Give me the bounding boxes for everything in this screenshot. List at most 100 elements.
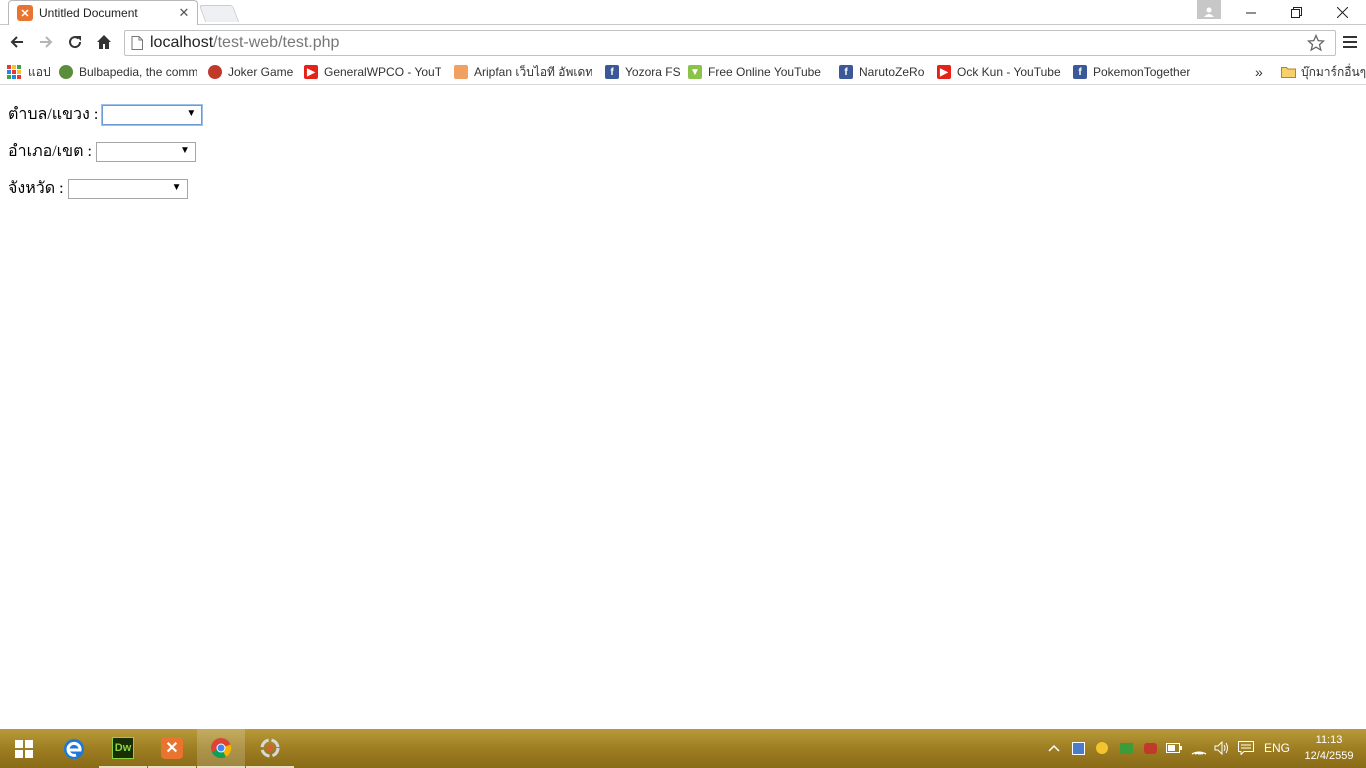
subdistrict-select[interactable]: ▼ [102, 104, 203, 125]
close-icon [1336, 7, 1348, 18]
windows-start-icon [15, 739, 33, 758]
bookmark-free-online-youtube[interactable]: ▼ Free Online YouTube [688, 63, 826, 81]
subdistrict-label: ตำบล/แขวง : [8, 106, 99, 123]
battery-button[interactable] [1165, 739, 1183, 757]
chrome-menu-button[interactable] [1340, 32, 1360, 52]
taskbar: Dw ✕ ENG 11:13 12/4/2559 [0, 729, 1366, 768]
volume-button[interactable] [1213, 739, 1231, 757]
tray-app-1[interactable] [1069, 739, 1087, 757]
bookmarks-bar: แอป Bulbapedia, the comm Joker Game ▶ Ge… [0, 59, 1366, 85]
dreamweaver-icon: Dw [112, 736, 134, 759]
reload-icon [69, 36, 82, 49]
tray-app-4[interactable] [1141, 739, 1159, 757]
user-icon [1204, 7, 1214, 17]
chrome-icon [211, 737, 232, 758]
subdistrict-row: ตำบล/แขวง : ▼ [8, 102, 203, 127]
bookmark-yozora-fs[interactable]: f Yozora FS [605, 63, 681, 81]
home-icon [97, 35, 111, 49]
star-icon [1306, 33, 1326, 52]
page-icon [131, 36, 143, 50]
facebook-icon: f [1073, 65, 1087, 79]
clock-time: 11:13 [1315, 734, 1343, 746]
notification-icon [1238, 741, 1254, 755]
download-icon: ▼ [688, 65, 702, 79]
youtube-icon: ▶ [304, 65, 318, 79]
bookmark-pokemontogether[interactable]: f PokemonTogether [1073, 63, 1190, 81]
district-row: อำเภอ/เขต : ▼ [8, 139, 196, 164]
input-language[interactable]: ENG [1264, 741, 1290, 755]
clock[interactable]: 11:13 12/4/2559 [1296, 732, 1362, 764]
apps-icon [7, 65, 21, 79]
tray-app-2[interactable] [1093, 739, 1111, 757]
facebook-icon: f [605, 65, 619, 79]
recycle-icon [260, 738, 280, 757]
taskbar-xampp[interactable]: ✕ [148, 729, 196, 768]
district-label: อำเภอ/เขต : [8, 143, 92, 160]
minimize-button[interactable] [1228, 0, 1274, 25]
tray-app-3[interactable] [1117, 739, 1135, 757]
page-content: ตำบล/แขวง : ▼ อำเภอ/เขต : ▼ จังหวัด : ▼ [0, 86, 1366, 729]
restore-button[interactable] [1273, 0, 1319, 25]
bulbapedia-icon [59, 65, 73, 79]
joker-icon [208, 65, 222, 79]
restore-icon [1290, 7, 1302, 18]
action-center-button[interactable] [1237, 739, 1255, 757]
forward-button[interactable] [35, 31, 57, 53]
speaker-icon [1214, 741, 1228, 755]
tray-yellow-icon [1096, 742, 1108, 754]
bookmark-generalwpco[interactable]: ▶ GeneralWPCO - YouTu [304, 63, 441, 81]
province-label: จังหวัด : [8, 180, 64, 197]
taskbar-other-app[interactable] [246, 729, 294, 768]
aripfan-icon [454, 65, 468, 79]
dropdown-arrow-icon: ▼ [180, 144, 190, 156]
other-bookmarks-folder[interactable]: บุ๊กมาร์กอื่นๆ [1281, 63, 1366, 81]
bookmark-narutozero[interactable]: f NarutoZeRo [839, 63, 924, 81]
back-button[interactable] [6, 31, 28, 53]
tray-green-icon [1119, 742, 1133, 754]
bookmark-joker-game[interactable]: Joker Game [208, 63, 293, 81]
clock-date: 12/4/2559 [1304, 750, 1354, 762]
close-window-button[interactable] [1319, 0, 1365, 25]
forward-arrow-icon [40, 36, 53, 48]
xampp-icon: ✕ [161, 736, 183, 759]
browser-tab[interactable]: ✕ Untitled Document ✕ [8, 0, 198, 25]
tab-title: Untitled Document [39, 6, 138, 20]
profile-button[interactable] [1197, 0, 1221, 19]
close-tab-icon[interactable]: ✕ [177, 6, 191, 20]
bookmark-aripfan[interactable]: Aripfan เว็บไอที อัพเดทข [454, 63, 592, 81]
hamburger-icon [1343, 36, 1357, 48]
new-tab-button[interactable] [198, 5, 240, 22]
bookmark-star-button[interactable] [1306, 33, 1326, 55]
show-hidden-icons-button[interactable] [1045, 739, 1063, 757]
start-button[interactable] [0, 729, 48, 768]
chevron-up-icon [1048, 744, 1060, 752]
facebook-icon: f [839, 65, 853, 79]
browser-toolbar: localhost/test-web/test.php [0, 26, 1366, 59]
wifi-icon [1191, 751, 1207, 755]
youtube-icon: ▶ [937, 65, 951, 79]
tray-red-icon [1143, 742, 1157, 754]
taskbar-edge[interactable] [50, 729, 98, 768]
bookmark-apps[interactable]: แอป [7, 63, 51, 81]
reload-button[interactable] [64, 31, 86, 53]
bookmark-bulbapedia[interactable]: Bulbapedia, the comm [59, 63, 197, 81]
app-grid-icon [1071, 741, 1085, 755]
xampp-icon: ✕ [17, 5, 33, 21]
url-host: localhost [150, 34, 214, 51]
home-button[interactable] [93, 31, 115, 53]
province-row: จังหวัด : ▼ [8, 176, 188, 201]
tab-strip: ✕ Untitled Document ✕ [0, 0, 1366, 25]
bookmark-ock-kun[interactable]: ▶ Ock Kun - YouTube [937, 63, 1061, 81]
folder-icon [1281, 67, 1296, 78]
address-bar[interactable]: localhost/test-web/test.php [124, 30, 1336, 56]
district-select[interactable]: ▼ [95, 141, 196, 162]
dropdown-arrow-icon: ▼ [186, 107, 197, 119]
wifi-button[interactable] [1190, 739, 1208, 757]
url-path: /test-web/test.php [213, 34, 340, 51]
bookmarks-overflow-button[interactable]: » [1255, 63, 1263, 81]
taskbar-dreamweaver[interactable]: Dw [99, 729, 147, 768]
minimize-icon [1245, 12, 1256, 14]
taskbar-chrome[interactable] [197, 729, 245, 768]
dropdown-arrow-icon: ▼ [171, 181, 182, 193]
province-select[interactable]: ▼ [67, 178, 188, 199]
